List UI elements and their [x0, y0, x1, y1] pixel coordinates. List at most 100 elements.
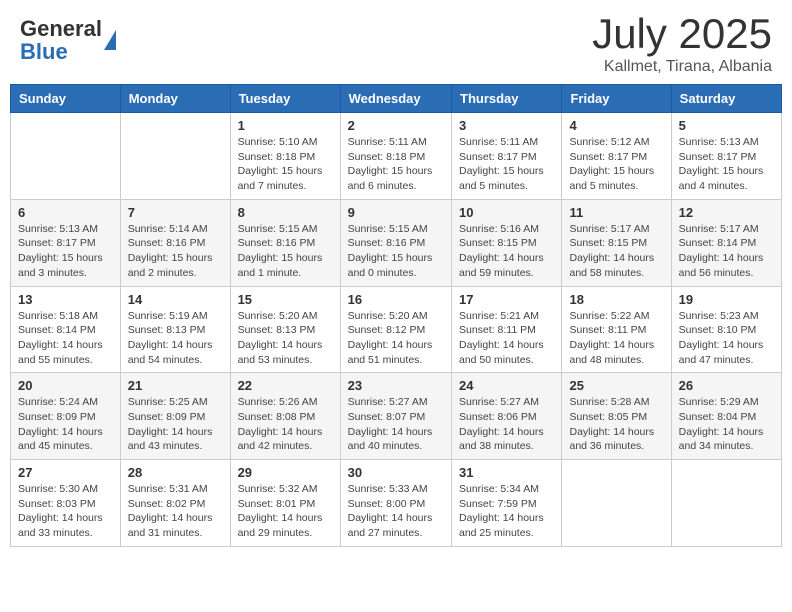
logo: General Blue	[20, 18, 116, 64]
day-number: 26	[679, 378, 774, 393]
calendar-cell: 8Sunrise: 5:15 AM Sunset: 8:16 PM Daylig…	[230, 199, 340, 286]
day-number: 21	[128, 378, 223, 393]
day-number: 16	[348, 292, 444, 307]
calendar-cell: 4 Sunrise: 5:12 AM Sunset: 8:17 PM Daylig…	[562, 113, 671, 200]
header: General Blue July 2025 Kallmet, Tirana, …	[10, 10, 782, 76]
calendar-cell: 28Sunrise: 5:31 AM Sunset: 8:02 PM Dayli…	[120, 460, 230, 547]
calendar-table: SundayMondayTuesdayWednesdayThursdayFrid…	[10, 84, 782, 547]
day-info: Sunrise: 5:29 AM Sunset: 8:04 PM Dayligh…	[679, 395, 774, 454]
day-number: 13	[18, 292, 113, 307]
calendar-cell: 5Sunrise: 5:13 AM Sunset: 8:17 PM Daylig…	[671, 113, 781, 200]
calendar-cell: 12 Sunrise: 5:17 AM Sunset: 8:14 PM Dayli…	[671, 199, 781, 286]
calendar-cell	[11, 113, 121, 200]
location-title: Kallmet, Tirana, Albania	[592, 58, 772, 76]
day-number: 14	[128, 292, 223, 307]
day-number: 5	[679, 118, 774, 133]
calendar-cell: 31 Sunrise: 5:34 AM Sunset: 7:59 PM Dayli…	[452, 460, 562, 547]
calendar-cell: 3Sunrise: 5:11 AM Sunset: 8:17 PM Daylig…	[452, 113, 562, 200]
calendar-cell: 1 Sunrise: 5:10 AM Sunset: 8:18 PM Daylig…	[230, 113, 340, 200]
day-info: Sunrise: 5:32 AM Sunset: 8:01 PM Dayligh…	[238, 482, 333, 541]
calendar-cell: 13Sunrise: 5:18 AM Sunset: 8:14 PM Dayli…	[11, 286, 121, 373]
calendar-cell: 11 Sunrise: 5:17 AM Sunset: 8:15 PM Dayli…	[562, 199, 671, 286]
day-info: Sunrise: 5:30 AM Sunset: 8:03 PM Dayligh…	[18, 482, 113, 541]
day-number: 12	[679, 205, 774, 220]
day-info: Sunrise: 5:13 AM Sunset: 8:17 PM Dayligh…	[18, 222, 113, 281]
day-number: 10	[459, 205, 554, 220]
day-number: 25	[569, 378, 663, 393]
calendar-cell: 9 Sunrise: 5:15 AM Sunset: 8:16 PM Daylig…	[340, 199, 451, 286]
week-row-4: 20Sunrise: 5:24 AM Sunset: 8:09 PM Dayli…	[11, 373, 782, 460]
calendar-cell: 19Sunrise: 5:23 AM Sunset: 8:10 PM Dayli…	[671, 286, 781, 373]
day-number: 9	[348, 205, 444, 220]
day-number: 20	[18, 378, 113, 393]
day-number: 6	[18, 205, 113, 220]
weekday-header-wednesday: Wednesday	[340, 85, 451, 113]
day-number: 15	[238, 292, 333, 307]
day-info: Sunrise: 5:16 AM Sunset: 8:15 PM Dayligh…	[459, 222, 554, 281]
day-number: 22	[238, 378, 333, 393]
day-number: 18	[569, 292, 663, 307]
day-info: Sunrise: 5:25 AM Sunset: 8:09 PM Dayligh…	[128, 395, 223, 454]
day-info: Sunrise: 5:20 AM Sunset: 8:12 PM Dayligh…	[348, 309, 444, 368]
day-number: 1	[238, 118, 333, 133]
day-info: Sunrise: 5:17 AM Sunset: 8:14 PM Dayligh…	[679, 222, 774, 281]
calendar-cell: 20Sunrise: 5:24 AM Sunset: 8:09 PM Dayli…	[11, 373, 121, 460]
day-number: 28	[128, 465, 223, 480]
day-number: 2	[348, 118, 444, 133]
day-info: Sunrise: 5:11 AM Sunset: 8:17 PM Dayligh…	[459, 135, 554, 194]
calendar-cell: 22 Sunrise: 5:26 AM Sunset: 8:08 PM Dayli…	[230, 373, 340, 460]
calendar-cell: 23Sunrise: 5:27 AM Sunset: 8:07 PM Dayli…	[340, 373, 451, 460]
calendar-cell	[671, 460, 781, 547]
day-number: 31	[459, 465, 554, 480]
day-info: Sunrise: 5:14 AM Sunset: 8:16 PM Dayligh…	[128, 222, 223, 281]
day-info: Sunrise: 5:27 AM Sunset: 8:06 PM Dayligh…	[459, 395, 554, 454]
day-number: 4	[569, 118, 663, 133]
calendar-cell: 2 Sunrise: 5:11 AM Sunset: 8:18 PM Daylig…	[340, 113, 451, 200]
day-number: 8	[238, 205, 333, 220]
day-info: Sunrise: 5:22 AM Sunset: 8:11 PM Dayligh…	[569, 309, 663, 368]
day-number: 29	[238, 465, 333, 480]
week-row-2: 6 Sunrise: 5:13 AM Sunset: 8:17 PM Daylig…	[11, 199, 782, 286]
day-info: Sunrise: 5:33 AM Sunset: 8:00 PM Dayligh…	[348, 482, 444, 541]
day-info: Sunrise: 5:19 AM Sunset: 8:13 PM Dayligh…	[128, 309, 223, 368]
calendar-cell: 15 Sunrise: 5:20 AM Sunset: 8:13 PM Dayli…	[230, 286, 340, 373]
calendar-cell: 7 Sunrise: 5:14 AM Sunset: 8:16 PM Daylig…	[120, 199, 230, 286]
day-info: Sunrise: 5:28 AM Sunset: 8:05 PM Dayligh…	[569, 395, 663, 454]
day-info: Sunrise: 5:15 AM Sunset: 8:16 PM Dayligh…	[348, 222, 444, 281]
day-info: Sunrise: 5:34 AM Sunset: 7:59 PM Dayligh…	[459, 482, 554, 541]
logo-triangle-icon	[104, 30, 116, 50]
calendar-cell: 10 Sunrise: 5:16 AM Sunset: 8:15 PM Dayli…	[452, 199, 562, 286]
day-number: 19	[679, 292, 774, 307]
day-info: Sunrise: 5:26 AM Sunset: 8:08 PM Dayligh…	[238, 395, 333, 454]
weekday-header-saturday: Saturday	[671, 85, 781, 113]
week-row-1: 1 Sunrise: 5:10 AM Sunset: 8:18 PM Daylig…	[11, 113, 782, 200]
calendar-cell	[120, 113, 230, 200]
day-info: Sunrise: 5:17 AM Sunset: 8:15 PM Dayligh…	[569, 222, 663, 281]
calendar-cell: 24Sunrise: 5:27 AM Sunset: 8:06 PM Dayli…	[452, 373, 562, 460]
day-info: Sunrise: 5:10 AM Sunset: 8:18 PM Dayligh…	[238, 135, 333, 194]
week-row-3: 13Sunrise: 5:18 AM Sunset: 8:14 PM Dayli…	[11, 286, 782, 373]
logo-general: General	[20, 16, 102, 41]
day-number: 11	[569, 205, 663, 220]
calendar-cell: 26 Sunrise: 5:29 AM Sunset: 8:04 PM Dayli…	[671, 373, 781, 460]
calendar-cell: 30 Sunrise: 5:33 AM Sunset: 8:00 PM Dayli…	[340, 460, 451, 547]
month-title: July 2025	[592, 10, 772, 58]
day-number: 30	[348, 465, 444, 480]
logo-text: General Blue	[20, 18, 102, 64]
day-number: 17	[459, 292, 554, 307]
day-info: Sunrise: 5:11 AM Sunset: 8:18 PM Dayligh…	[348, 135, 444, 194]
calendar-cell: 6 Sunrise: 5:13 AM Sunset: 8:17 PM Daylig…	[11, 199, 121, 286]
day-info: Sunrise: 5:27 AM Sunset: 8:07 PM Dayligh…	[348, 395, 444, 454]
day-info: Sunrise: 5:12 AM Sunset: 8:17 PM Dayligh…	[569, 135, 663, 194]
calendar-cell: 16 Sunrise: 5:20 AM Sunset: 8:12 PM Dayli…	[340, 286, 451, 373]
day-info: Sunrise: 5:20 AM Sunset: 8:13 PM Dayligh…	[238, 309, 333, 368]
day-number: 7	[128, 205, 223, 220]
calendar-cell: 29 Sunrise: 5:32 AM Sunset: 8:01 PM Dayli…	[230, 460, 340, 547]
calendar-cell: 21 Sunrise: 5:25 AM Sunset: 8:09 PM Dayli…	[120, 373, 230, 460]
weekday-header-thursday: Thursday	[452, 85, 562, 113]
week-row-5: 27Sunrise: 5:30 AM Sunset: 8:03 PM Dayli…	[11, 460, 782, 547]
calendar-cell: 25 Sunrise: 5:28 AM Sunset: 8:05 PM Dayli…	[562, 373, 671, 460]
weekday-header-row: SundayMondayTuesdayWednesdayThursdayFrid…	[11, 85, 782, 113]
calendar-cell: 18 Sunrise: 5:22 AM Sunset: 8:11 PM Dayli…	[562, 286, 671, 373]
weekday-header-monday: Monday	[120, 85, 230, 113]
